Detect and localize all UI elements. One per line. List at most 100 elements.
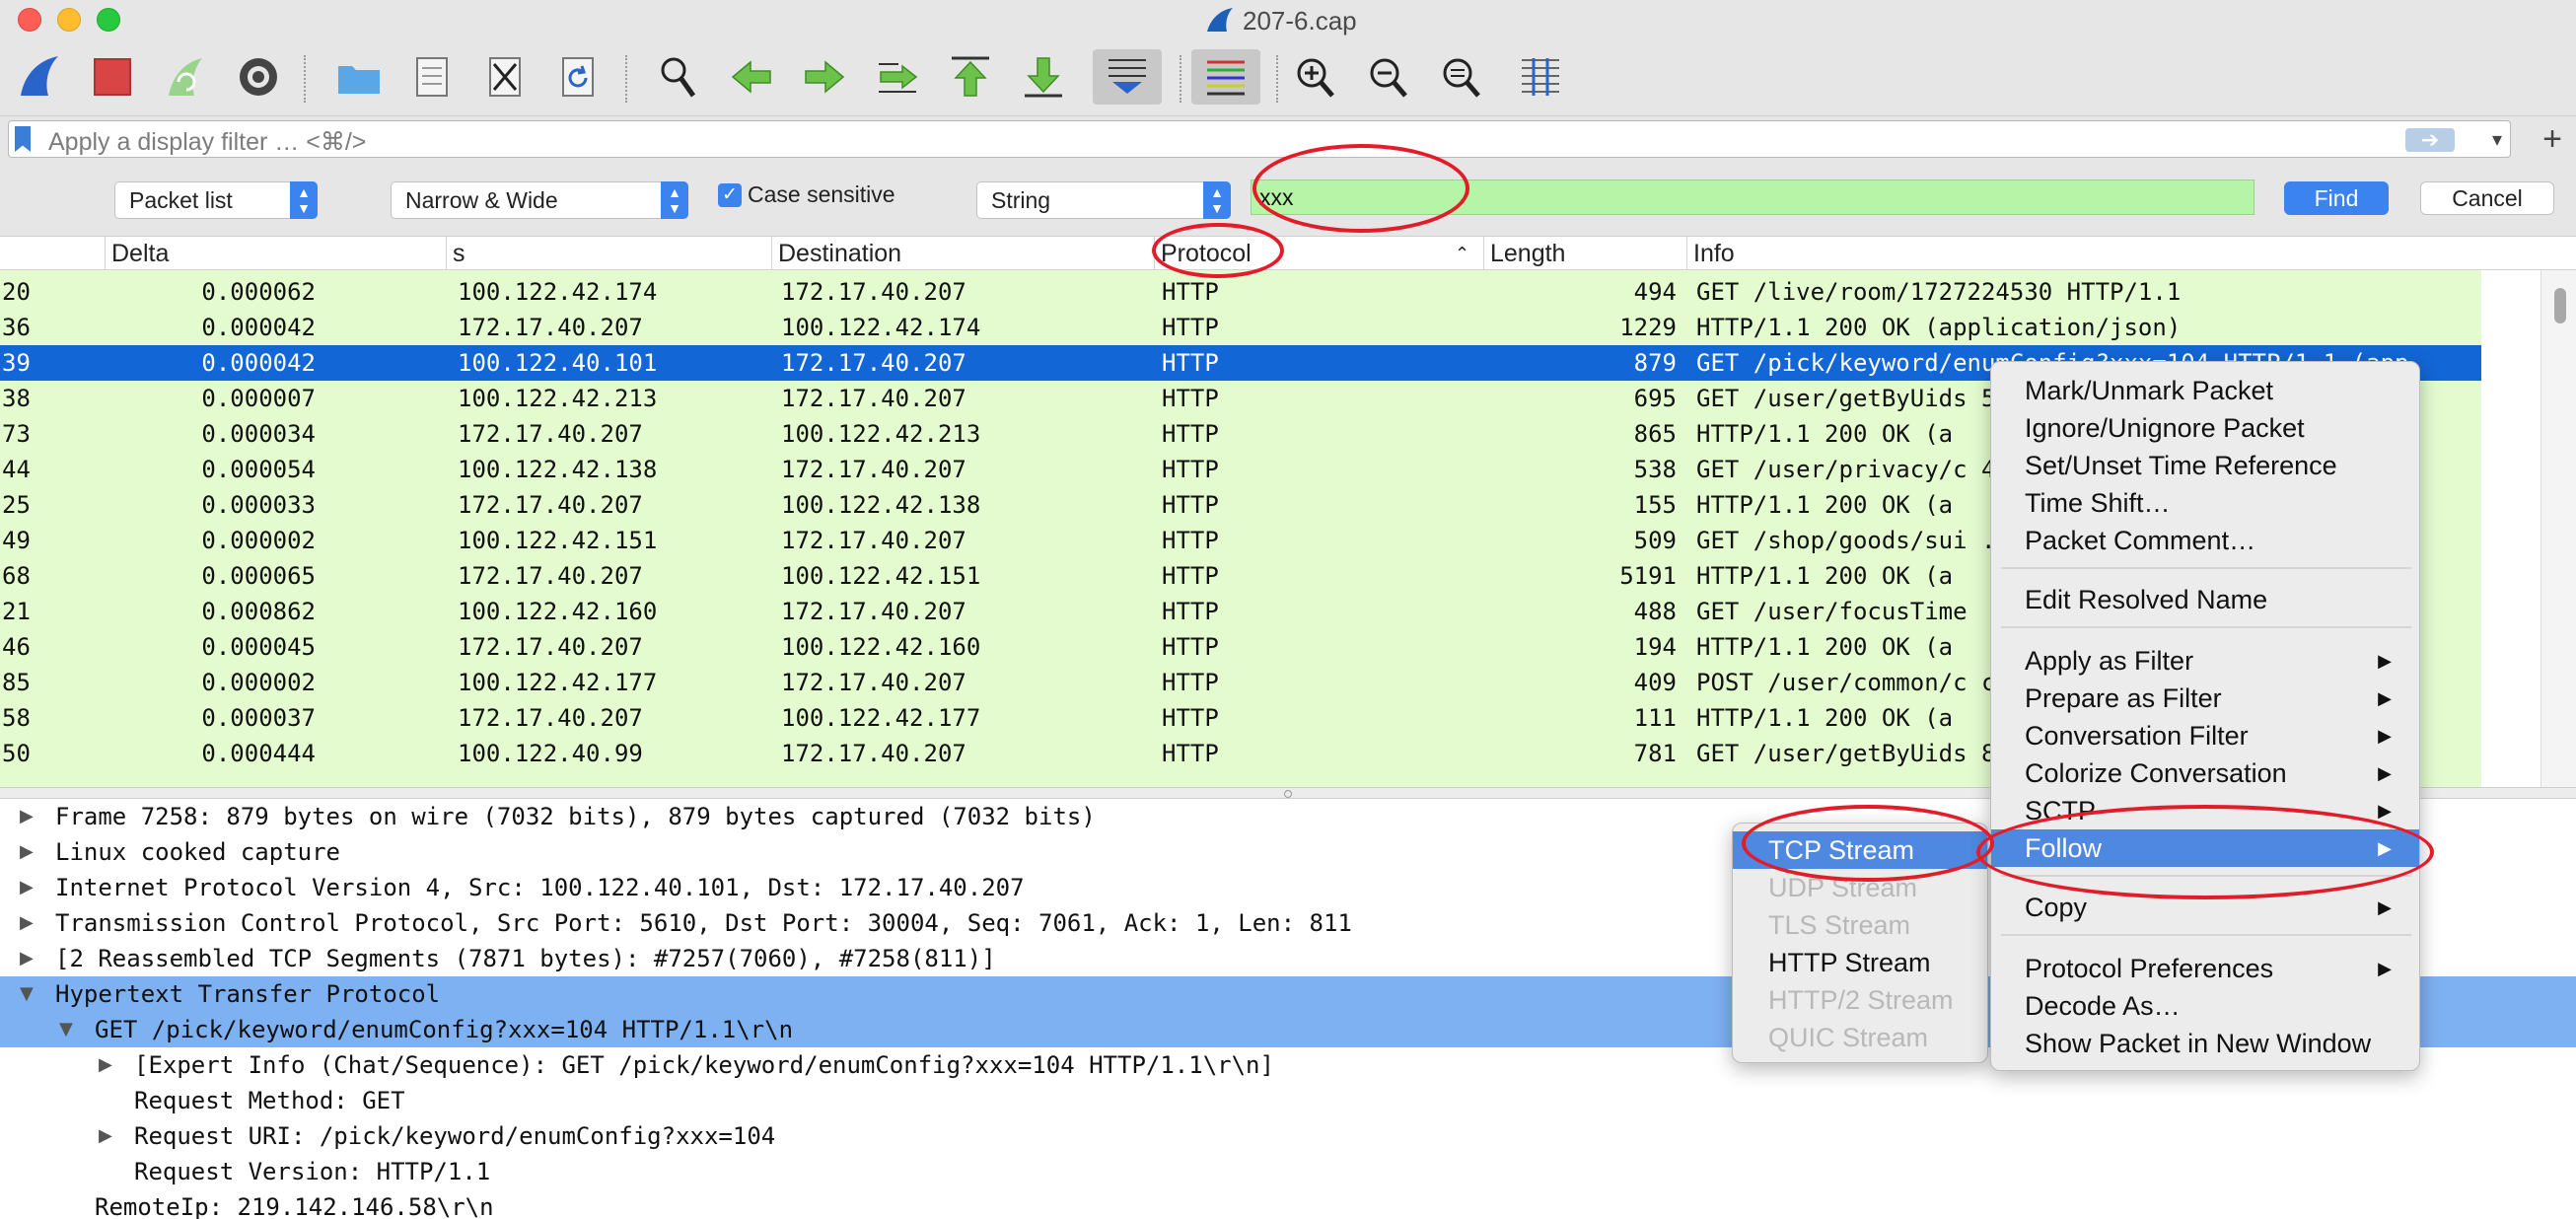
chevron-down-icon[interactable]: ▾ [2492, 127, 2502, 152]
packet-cell-src: 172.17.40.207 [458, 420, 643, 448]
detail-row[interactable]: RemoteIp: 219.142.146.58\r\n [0, 1189, 2576, 1219]
close-window-button[interactable] [18, 8, 41, 32]
packet-cell-len: 494 [1633, 278, 1677, 306]
resize-columns-icon[interactable] [1513, 49, 1568, 105]
menu-item-http-stream[interactable]: HTTP Stream [1733, 944, 1931, 981]
column-header-info[interactable]: Info [1686, 237, 2576, 270]
menu-item-prepare-as-filter[interactable]: Prepare as Filter ▶ [1991, 680, 2419, 717]
disclosure-collapsed-icon[interactable]: ▶ [20, 799, 34, 834]
open-file-icon[interactable] [331, 49, 387, 105]
cancel-button[interactable]: Cancel [2420, 181, 2554, 215]
stop-capture-icon[interactable] [85, 49, 140, 105]
packet-row[interactable]: 20 0.000062 100.122.42.174 172.17.40.207 HTT… [0, 274, 2481, 310]
packet-cell-len: 865 [1633, 420, 1677, 448]
detail-row[interactable]: ▶ Request URI: /pick/keyword/enumConfig?x… [0, 1118, 2576, 1154]
disclosure-collapsed-icon[interactable]: ▶ [20, 905, 34, 941]
menu-item-time-reference[interactable]: Set/Unset Time Reference [1991, 447, 2337, 484]
zoom-in-icon[interactable] [1288, 49, 1343, 105]
packet-cell-len: 1229 [1619, 314, 1677, 341]
packet-cell-delta: 0.000002 [201, 527, 316, 554]
find-button[interactable]: Find [2284, 181, 2389, 215]
go-forward-icon[interactable] [797, 49, 852, 105]
add-filter-button[interactable]: + [2542, 120, 2562, 159]
packet-cell-proto: HTTP [1162, 456, 1219, 483]
display-filter-input[interactable]: Apply a display filter … <⌘/> ➔ ▾ [8, 120, 2511, 158]
bookmark-icon[interactable] [15, 126, 31, 152]
packet-list-scrollbar[interactable] [2540, 270, 2576, 787]
packet-cell-dst: 172.17.40.207 [781, 527, 966, 554]
scrollbar-thumb[interactable] [2554, 288, 2566, 323]
go-back-icon[interactable] [724, 49, 779, 105]
zoom-out-icon[interactable] [1361, 49, 1416, 105]
column-header-destination[interactable]: Destination [771, 237, 1154, 270]
charset-select[interactable]: Narrow & Wide ▲ ▼ [391, 181, 688, 219]
menu-item-decode-as[interactable]: Decode As… [1991, 987, 2181, 1025]
packet-cell-info: GET /live/room/1727224530 HTTP/1.1 [1696, 278, 2182, 306]
search-type-select[interactable]: String ▲ ▼ [976, 181, 1231, 219]
detail-row[interactable]: Request Version: HTTP/1.1 [0, 1154, 2576, 1189]
find-packet-icon[interactable] [651, 49, 706, 105]
menu-item-packet-comment[interactable]: Packet Comment… [1991, 522, 2255, 559]
packet-cell-delta: 0.000034 [201, 420, 316, 448]
menu-item-show-packet-new-window[interactable]: Show Packet in New Window [1991, 1025, 2371, 1062]
packet-cell-delta: 0.000002 [201, 669, 316, 696]
menu-item-edit-resolved-name[interactable]: Edit Resolved Name [1991, 581, 2267, 618]
packet-cell-proto: HTTP [1162, 740, 1219, 767]
first-packet-icon[interactable] [943, 49, 998, 105]
disclosure-collapsed-icon[interactable]: ▶ [99, 1047, 112, 1083]
shark-fin-start-icon[interactable] [12, 49, 67, 105]
save-file-icon[interactable] [404, 49, 460, 105]
disclosure-collapsed-icon[interactable]: ▶ [99, 1118, 112, 1154]
splitter-handle[interactable] [1284, 790, 1292, 798]
packet-cell-info: HTTP/1.1 200 OK (a [1696, 704, 1954, 732]
capture-options-icon[interactable] [231, 49, 286, 105]
menu-item-protocol-preferences[interactable]: Protocol Preferences ▶ [1991, 950, 2419, 987]
disclosure-expanded-icon[interactable]: ▼ [59, 1012, 73, 1047]
apply-filter-arrow-icon[interactable]: ➔ [2405, 128, 2455, 152]
detail-row[interactable]: Request Method: GET [0, 1083, 2576, 1118]
case-sensitive-checkbox[interactable]: ✓ [718, 183, 742, 207]
packet-cell-len: 5191 [1619, 562, 1677, 590]
main-toolbar [0, 39, 2576, 116]
column-header-source[interactable]: s [446, 237, 771, 270]
menu-item-colorize-conversation[interactable]: Colorize Conversation ▶ [1991, 754, 2419, 792]
menu-item-conversation-filter[interactable]: Conversation Filter ▶ [1991, 717, 2419, 754]
menu-item-time-shift[interactable]: Time Shift… [1991, 484, 2171, 522]
disclosure-collapsed-icon[interactable]: ▶ [20, 870, 34, 905]
column-header-length[interactable]: Length [1483, 237, 1686, 270]
packet-row[interactable]: 36 0.000042 172.17.40.207 100.122.42.174 HTT… [0, 310, 2481, 345]
packet-cell-info: GET /user/privacy/c 4779 [1696, 456, 2039, 483]
packet-cell-dst: 100.122.42.213 [781, 420, 981, 448]
packet-cell-dst: 100.122.42.151 [781, 562, 981, 590]
disclosure-expanded-icon[interactable]: ▼ [20, 976, 34, 1012]
menu-separator [2001, 626, 2411, 628]
close-file-icon[interactable] [477, 49, 533, 105]
normal-size-icon[interactable] [1434, 49, 1489, 105]
packet-cell-src: 172.17.40.207 [458, 491, 643, 519]
packet-cell-len: 194 [1633, 633, 1677, 661]
disclosure-collapsed-icon[interactable]: ▶ [20, 941, 34, 976]
menu-separator [2001, 567, 2411, 569]
detail-text: Internet Protocol Version 4, Src: 100.12… [55, 874, 1025, 901]
go-to-packet-icon[interactable] [870, 49, 925, 105]
disclosure-collapsed-icon[interactable]: ▶ [20, 834, 34, 870]
minimize-window-button[interactable] [57, 8, 81, 32]
packet-cell-dst: 172.17.40.207 [781, 598, 966, 625]
colorize-icon[interactable] [1191, 49, 1260, 105]
menu-item-ignore-packet[interactable]: Ignore/Unignore Packet [1991, 409, 2305, 447]
column-header-delta[interactable]: Delta [105, 237, 446, 270]
case-sensitive-label: Case sensitive [748, 181, 895, 207]
colorize-conversation-label: Colorize Conversation [2025, 758, 2287, 788]
annotation-oval-find-value [1252, 144, 1469, 233]
reload-file-icon[interactable] [550, 49, 606, 105]
auto-scroll-icon[interactable] [1093, 49, 1162, 105]
restart-capture-icon[interactable] [158, 49, 213, 105]
search-scope-select[interactable]: Packet list ▲ ▼ [114, 181, 318, 219]
last-packet-icon[interactable] [1016, 49, 1071, 105]
menu-item-mark-packet[interactable]: Mark/Unmark Packet [1991, 372, 2273, 409]
submenu-arrow-icon: ▶ [2378, 688, 2392, 708]
zoom-window-button[interactable] [97, 8, 120, 32]
annotation-oval-protocol-header [1152, 223, 1284, 278]
packet-cell-delta: 0.000862 [201, 598, 316, 625]
menu-item-apply-as-filter[interactable]: Apply as Filter ▶ [1991, 642, 2419, 680]
